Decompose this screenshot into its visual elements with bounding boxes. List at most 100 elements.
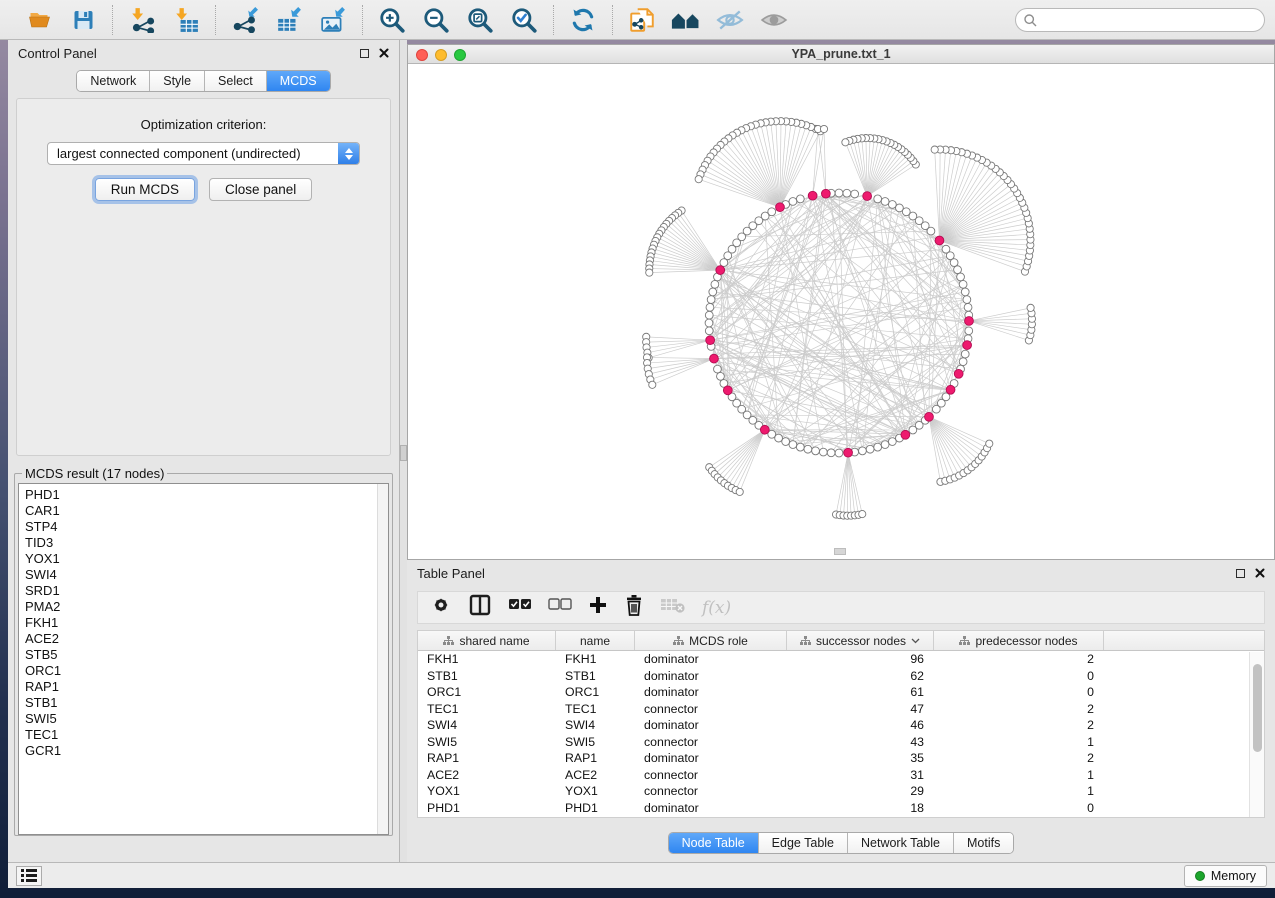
delete-table-button[interactable] — [660, 595, 686, 621]
export-network-button[interactable] — [230, 5, 260, 35]
mcds-result-item[interactable]: RAP1 — [25, 679, 388, 695]
mcds-result-item[interactable]: TEC1 — [25, 727, 388, 743]
zoom-fit-button[interactable] — [465, 5, 495, 35]
table-cell[interactable]: SWI5 — [418, 734, 556, 751]
mcds-result-item[interactable]: PMA2 — [25, 599, 388, 615]
mcds-result-item[interactable]: ORC1 — [25, 663, 388, 679]
close-window-icon[interactable] — [416, 49, 428, 61]
table-cell[interactable]: 47 — [787, 701, 934, 718]
table-row[interactable]: ACE2ACE2connector311 — [418, 767, 1264, 784]
table-cell[interactable]: dominator — [635, 684, 787, 701]
export-table-button[interactable] — [274, 5, 304, 35]
table-cell[interactable]: dominator — [635, 800, 787, 817]
network-canvas[interactable] — [408, 64, 1274, 559]
table-cell[interactable]: dominator — [635, 750, 787, 767]
zoom-selected-button[interactable] — [509, 5, 539, 35]
table-cell[interactable]: RAP1 — [556, 750, 635, 767]
refresh-button[interactable] — [568, 5, 598, 35]
panel-split-divider[interactable] — [400, 40, 407, 862]
tab-node-table[interactable]: Node Table — [669, 833, 759, 853]
table-row[interactable]: TEC1TEC1connector472 — [418, 701, 1264, 718]
mcds-result-item[interactable]: STB1 — [25, 695, 388, 711]
table-cell[interactable]: 0 — [934, 684, 1104, 701]
table-row[interactable]: STB1STB1dominator620 — [418, 668, 1264, 685]
table-cell[interactable]: 1 — [934, 767, 1104, 784]
table-cell[interactable]: connector — [635, 734, 787, 751]
add-button[interactable] — [588, 595, 608, 621]
import-table-button[interactable] — [171, 5, 201, 35]
minimize-window-icon[interactable] — [435, 49, 447, 61]
float-table-panel-icon[interactable] — [1236, 569, 1245, 578]
table-cell[interactable]: SWI4 — [418, 717, 556, 734]
table-scrollbar-thumb[interactable] — [1253, 664, 1262, 752]
table-cell[interactable]: TEC1 — [556, 701, 635, 718]
tab-network[interactable]: Network — [77, 71, 150, 91]
run-mcds-button[interactable]: Run MCDS — [95, 178, 195, 201]
column-header-predecessor-nodes[interactable]: predecessor nodes — [934, 631, 1104, 650]
table-cell[interactable]: ACE2 — [418, 767, 556, 784]
table-cell[interactable]: 62 — [787, 668, 934, 685]
table-cell[interactable]: YOX1 — [556, 783, 635, 800]
table-cell[interactable]: PHD1 — [556, 800, 635, 817]
table-cell[interactable]: RAP1 — [418, 750, 556, 767]
deselect-all-button[interactable] — [548, 595, 572, 621]
table-row[interactable]: FKH1FKH1dominator962 — [418, 651, 1264, 668]
table-cell[interactable]: SWI5 — [556, 734, 635, 751]
column-header-MCDS-role[interactable]: MCDS role — [635, 631, 787, 650]
save-session-button[interactable] — [68, 5, 98, 35]
mcds-result-list[interactable]: PHD1CAR1STP4TID3YOX1SWI4SRD1PMA2FKH1ACE2… — [18, 483, 389, 835]
first-neighbors-button[interactable] — [671, 5, 701, 35]
delete-button[interactable] — [624, 595, 644, 621]
tab-style[interactable]: Style — [150, 71, 205, 91]
table-row[interactable]: SWI4SWI4dominator462 — [418, 717, 1264, 734]
table-row[interactable]: SWI5SWI5connector431 — [418, 734, 1264, 751]
table-cell[interactable]: 43 — [787, 734, 934, 751]
tab-mcds[interactable]: MCDS — [267, 71, 330, 91]
table-cell[interactable]: 35 — [787, 750, 934, 767]
table-row[interactable]: PHD1PHD1dominator180 — [418, 800, 1264, 817]
table-row[interactable]: ORC1ORC1dominator610 — [418, 684, 1264, 701]
divider-handle[interactable] — [400, 445, 407, 461]
close-table-panel-icon[interactable] — [1255, 568, 1265, 578]
memory-button[interactable]: Memory — [1184, 865, 1267, 887]
mcds-result-item[interactable]: PHD1 — [25, 487, 388, 503]
table-cell[interactable]: STB1 — [418, 668, 556, 685]
table-cell[interactable]: connector — [635, 783, 787, 800]
table-cell[interactable]: 2 — [934, 701, 1104, 718]
zoom-in-button[interactable] — [377, 5, 407, 35]
table-cell[interactable]: 1 — [934, 734, 1104, 751]
list-scrollbar[interactable] — [377, 484, 388, 834]
import-network-button[interactable] — [127, 5, 157, 35]
table-cell[interactable]: 29 — [787, 783, 934, 800]
table-cell[interactable]: 96 — [787, 651, 934, 668]
task-history-button[interactable] — [16, 866, 42, 886]
table-cell[interactable]: connector — [635, 767, 787, 784]
table-cell[interactable]: dominator — [635, 717, 787, 734]
close-panel-icon[interactable] — [379, 48, 389, 58]
table-cell[interactable]: SWI4 — [556, 717, 635, 734]
column-header-shared-name[interactable]: shared name — [418, 631, 556, 650]
table-cell[interactable]: ORC1 — [418, 684, 556, 701]
criterion-dropdown[interactable]: largest connected component (undirected) — [47, 142, 360, 165]
table-cell[interactable]: YOX1 — [418, 783, 556, 800]
table-cell[interactable]: PHD1 — [418, 800, 556, 817]
show-all-button[interactable] — [759, 5, 789, 35]
table-cell[interactable]: ORC1 — [556, 684, 635, 701]
table-cell[interactable]: ACE2 — [556, 767, 635, 784]
mcds-result-item[interactable]: STP4 — [25, 519, 388, 535]
mcds-result-item[interactable]: STB5 — [25, 647, 388, 663]
table-row[interactable]: RAP1RAP1dominator352 — [418, 750, 1264, 767]
column-header-successor-nodes[interactable]: successor nodes — [787, 631, 934, 650]
mcds-result-item[interactable]: GCR1 — [25, 743, 388, 759]
network-graph-svg[interactable] — [408, 64, 1274, 559]
table-cell[interactable]: dominator — [635, 668, 787, 685]
table-row[interactable]: YOX1YOX1connector291 — [418, 783, 1264, 800]
search-input[interactable] — [1015, 8, 1265, 32]
hide-selected-button[interactable] — [715, 5, 745, 35]
table-cell[interactable]: dominator — [635, 651, 787, 668]
table-cell[interactable]: 0 — [934, 668, 1104, 685]
table-cell[interactable]: connector — [635, 701, 787, 718]
table-cell[interactable]: 2 — [934, 750, 1104, 767]
tab-network-table[interactable]: Network Table — [848, 833, 954, 853]
table-cell[interactable]: 2 — [934, 717, 1104, 734]
